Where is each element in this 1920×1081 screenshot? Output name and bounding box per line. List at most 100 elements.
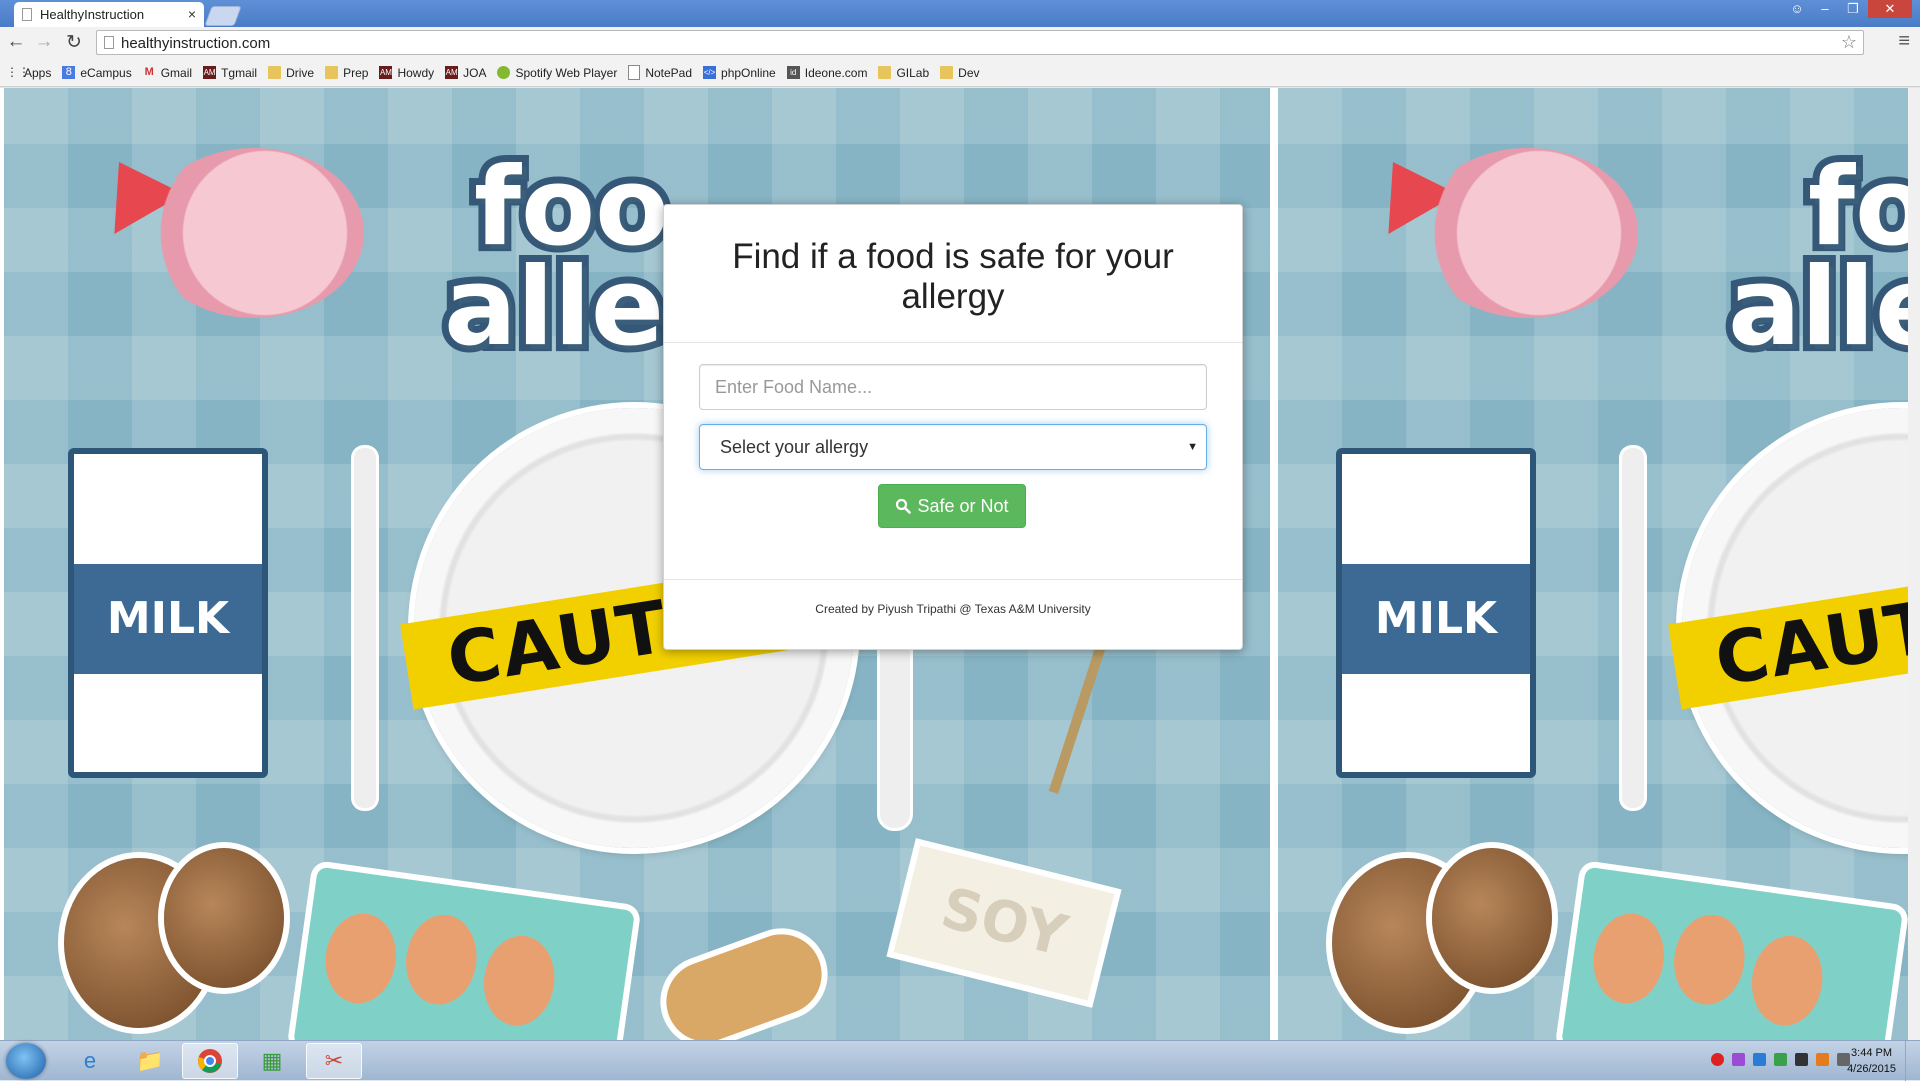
- safe-or-not-button[interactable]: Safe or Not: [878, 484, 1026, 528]
- bookmark-label: JOA: [463, 65, 487, 80]
- bookmark-gmail[interactable]: M Gmail: [143, 66, 192, 80]
- egg-icon: [1668, 910, 1751, 1010]
- tab-title: HealthyInstruction: [40, 7, 145, 22]
- safe-or-not-label: Safe or Not: [917, 495, 1009, 516]
- tamu-icon: AM: [445, 66, 459, 79]
- chrome-logo-icon: [198, 1049, 222, 1073]
- egg-carton-icon: [1561, 866, 1903, 1040]
- show-desktop-button[interactable]: [1905, 1041, 1920, 1081]
- tamu-icon: AM: [379, 66, 393, 79]
- spotify-icon: [497, 66, 511, 79]
- browser-toolbar: ← → ↻ healthyinstruction.com ☆ ≡: [0, 27, 1920, 59]
- bookmark-spotify[interactable]: Spotify Web Player: [497, 66, 617, 80]
- page-icon: [104, 36, 114, 49]
- bookmark-ecampus[interactable]: 8 eCampus: [62, 66, 132, 80]
- browser-titlebar: HealthyInstruction × ☺ – ❐ ✕: [0, 0, 1920, 27]
- egg-carton-icon: [293, 866, 635, 1040]
- bookmark-label: phpOnline: [721, 65, 776, 80]
- file-explorer-icon[interactable]: 📁: [122, 1043, 178, 1079]
- snipping-tool-icon[interactable]: ✂: [306, 1043, 362, 1079]
- page-icon: [22, 8, 32, 21]
- close-window-icon[interactable]: ✕: [1868, 0, 1912, 18]
- bookmark-drive[interactable]: Drive: [268, 66, 314, 80]
- allergy-check-card: Find if a food is safe for your allergy …: [663, 204, 1243, 650]
- bookmark-label: Prep: [343, 65, 369, 80]
- restore-icon[interactable]: ❐: [1840, 0, 1866, 18]
- search-icon: [896, 498, 912, 514]
- bookmark-tgmail[interactable]: AM Tgmail: [203, 66, 257, 80]
- clock-time: 3:44 PM: [1851, 1047, 1893, 1059]
- food-name-input[interactable]: [699, 364, 1207, 410]
- folder-icon: [325, 66, 339, 79]
- system-tray: [1711, 1053, 1850, 1066]
- reload-icon[interactable]: ↻: [62, 31, 86, 54]
- bookmark-label: Howdy: [397, 65, 435, 80]
- logo-text-line1: foo: [467, 145, 676, 270]
- window-controls: ☺ – ❐ ✕: [1782, 0, 1912, 18]
- minimize-icon[interactable]: –: [1812, 0, 1838, 18]
- bookmark-label: Drive: [286, 65, 315, 80]
- bookmark-prep[interactable]: Prep: [325, 66, 368, 80]
- page-viewport: foo allerg MILK CAUTION SOY foo allerg M…: [0, 88, 1920, 1040]
- spreadsheet-app-icon[interactable]: ▦: [244, 1043, 300, 1079]
- gmail-icon: M: [144, 66, 154, 78]
- background-illustration-repeat: foo allerg MILK CAUTION: [1278, 88, 1908, 1040]
- google-icon: 8: [62, 66, 76, 79]
- bookmarks-bar: ⋮⋮ Apps 8 eCampus M Gmail AM Tgmail Drive Pr…: [0, 59, 1920, 87]
- bookmark-label: Dev: [958, 65, 980, 80]
- back-arrow-icon[interactable]: ←: [4, 31, 28, 53]
- bookmark-dev[interactable]: Dev: [940, 65, 980, 80]
- bookmark-notepad[interactable]: NotePad: [628, 65, 692, 80]
- battery-tray-icon[interactable]: [1816, 1053, 1829, 1066]
- bookmark-gilab[interactable]: GILab: [878, 66, 929, 80]
- internet-explorer-icon[interactable]: e: [62, 1043, 118, 1079]
- user-icon[interactable]: ☺: [1784, 0, 1810, 18]
- close-tab-icon[interactable]: ×: [188, 6, 196, 22]
- tab-healthyinstruction[interactable]: HealthyInstruction ×: [14, 2, 204, 27]
- egg-icon: [1587, 909, 1670, 1008]
- bookmark-phponline[interactable]: </> phpOnline: [703, 66, 776, 80]
- address-bar[interactable]: healthyinstruction.com ☆: [96, 30, 1864, 55]
- forward-arrow-icon[interactable]: →: [32, 31, 56, 53]
- bookmark-label: Gmail: [160, 65, 193, 80]
- windows-start-icon[interactable]: [6, 1043, 46, 1079]
- folder-icon: [878, 66, 892, 79]
- caret-down-icon: ▼: [1187, 441, 1198, 453]
- security-tray-icon[interactable]: [1774, 1053, 1787, 1066]
- bookmark-apps[interactable]: ⋮⋮ Apps: [6, 66, 51, 80]
- shrimp-icon: [144, 148, 364, 318]
- egg-icon: [478, 931, 561, 1031]
- new-tab-button[interactable]: [204, 6, 242, 26]
- ideone-icon: id: [786, 66, 800, 79]
- error-icon[interactable]: [1711, 1053, 1724, 1066]
- tamu-icon: AM: [203, 66, 217, 79]
- bookmark-howdy[interactable]: AM Howdy: [379, 66, 434, 80]
- peanut-icon: [655, 923, 833, 1040]
- page-scrollbar[interactable]: [1908, 88, 1920, 1040]
- folder-icon: [268, 66, 282, 79]
- bookmark-ideone[interactable]: id Ideone.com: [786, 66, 867, 80]
- bookmark-label: Tgmail: [221, 65, 258, 80]
- app-tray-icon[interactable]: [1732, 1053, 1745, 1066]
- chrome-icon[interactable]: [182, 1043, 238, 1079]
- bookmark-star-icon[interactable]: ☆: [1841, 32, 1857, 53]
- allergy-select[interactable]: Select your allergy ▼: [699, 424, 1207, 470]
- shrimp-icon: [1418, 148, 1638, 318]
- milk-carton-icon: MILK: [1336, 448, 1536, 778]
- walnut-icon: [164, 848, 284, 988]
- flag-tray-icon[interactable]: [1795, 1053, 1808, 1066]
- menu-icon[interactable]: ≡: [1898, 30, 1910, 53]
- php-icon: </>: [703, 66, 717, 79]
- bookmark-label: Spotify Web Player: [515, 65, 618, 80]
- logo-text-line2: allerg: [1721, 245, 1908, 370]
- fork-icon: [354, 448, 376, 808]
- taskbar-clock[interactable]: 3:44 PM 4/26/2015: [1847, 1045, 1896, 1077]
- network-tray-icon[interactable]: [1753, 1053, 1766, 1066]
- egg-icon: [400, 910, 483, 1010]
- tofu-icon: SOY: [893, 845, 1115, 1001]
- egg-icon: [319, 909, 402, 1008]
- bookmark-joa[interactable]: AM JOA: [445, 66, 486, 80]
- divider: [664, 579, 1242, 580]
- allergy-select-value: Select your allergy: [720, 437, 869, 457]
- milk-label: MILK: [74, 564, 262, 674]
